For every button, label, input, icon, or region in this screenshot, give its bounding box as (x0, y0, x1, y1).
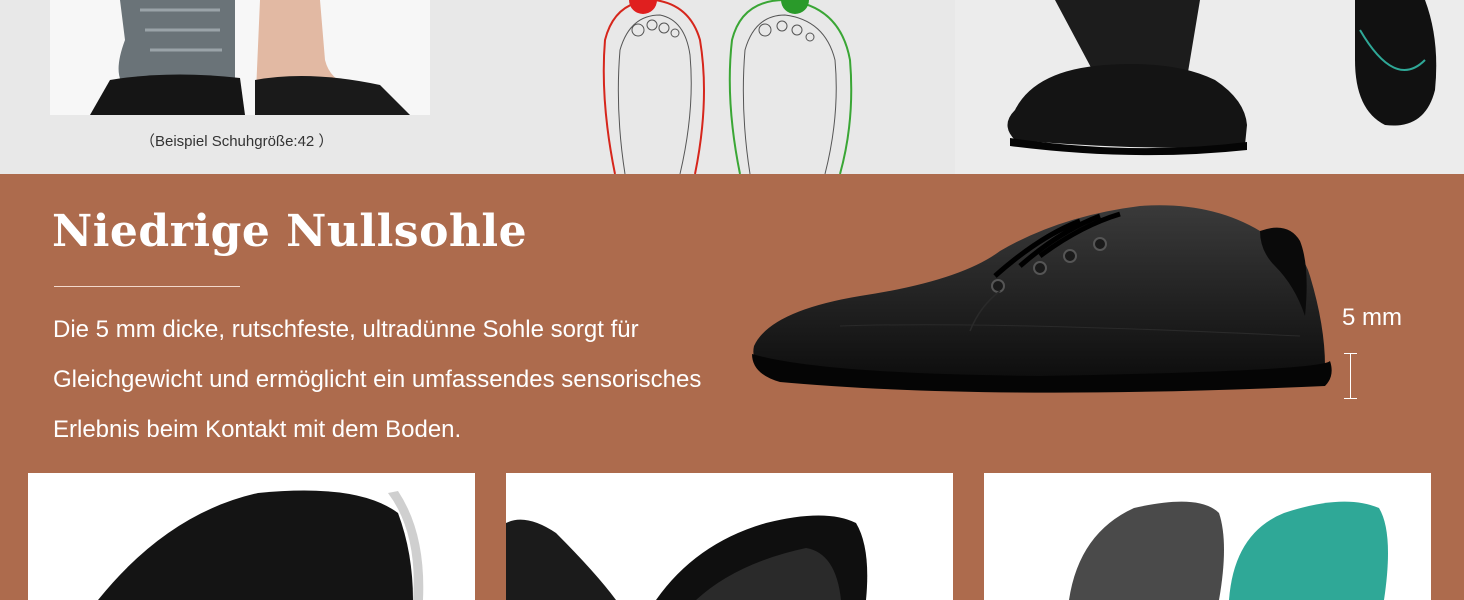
foot-comparison-illustration (580, 0, 880, 174)
sole-thickness-label: 5 mm (1342, 304, 1402, 331)
heel-collar-photo-card (506, 473, 953, 600)
feature-description: Die 5 mm dicke, rutschfeste, ultradünne … (53, 316, 702, 443)
top-strip: （Beispiel Schuhgröße:42 ） (0, 0, 1464, 174)
sole-thickness-marker (1344, 353, 1357, 399)
feature-heading: Niedrige Nullsohle (52, 206, 528, 257)
heading-divider (54, 286, 240, 287)
black-shoe-illustration (740, 196, 1340, 421)
insole-photo-card (984, 473, 1431, 600)
wearing-shoes-photo (955, 0, 1464, 174)
shoe-size-caption: （Beispiel Schuhgröße:42 ） (140, 133, 334, 150)
wrong-fit-icon (629, 0, 657, 14)
toe-box-photo-card (28, 473, 475, 600)
shoe-size-example-photo (50, 0, 430, 115)
right-fit-icon (781, 0, 809, 14)
